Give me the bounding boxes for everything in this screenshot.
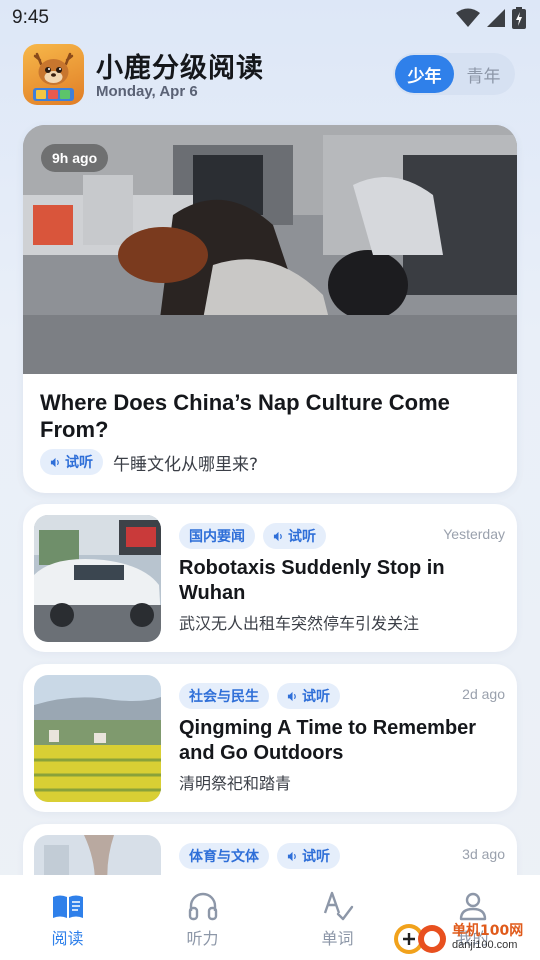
watermark-url: danji100.com: [452, 939, 518, 951]
article-time: 3d ago: [462, 846, 505, 862]
level-option-junior[interactable]: 少年: [395, 55, 454, 93]
featured-time-badge: 9h ago: [41, 144, 109, 172]
nav-item-reading[interactable]: 阅读: [18, 889, 118, 949]
article-tags: 社会与民生 试听: [179, 683, 340, 709]
article-subtitle: 武汉无人出租车突然停车引发关注: [179, 614, 420, 633]
header: 小鹿分级阅读 Monday, Apr 6 少年 青年: [23, 44, 517, 106]
spell-check-icon: [323, 891, 353, 921]
listen-label: 试听: [302, 689, 330, 705]
speaker-icon: [287, 851, 296, 861]
nav-item-words[interactable]: 单词: [288, 889, 388, 949]
level-option-youth[interactable]: 青年: [454, 55, 513, 93]
nav-label-listening: 听力: [186, 929, 219, 948]
category-tag[interactable]: 社会与民生: [179, 683, 269, 709]
featured-listen-label: 试听: [65, 455, 93, 471]
article-tags: 体育与文体 试听: [179, 843, 340, 869]
featured-meta: 试听 午睡文化从哪里来?: [40, 449, 258, 475]
app-title: 小鹿分级阅读: [96, 53, 264, 84]
article-thumbnail: [34, 515, 161, 642]
listen-label: 试听: [288, 529, 316, 545]
category-tag[interactable]: 国内要闻: [179, 523, 255, 549]
speaker-icon: [287, 691, 296, 701]
header-date: Monday, Apr 6: [96, 83, 198, 100]
article-time: Yesterday: [443, 526, 505, 542]
watermark: 单机100网 danji100.com: [392, 914, 523, 960]
nav-label-reading: 阅读: [51, 929, 84, 948]
watermark-text: 单机100网: [452, 923, 524, 939]
article-card[interactable]: 社会与民生 试听 2d ago Qingming A Time to Remem…: [23, 664, 517, 812]
article-title[interactable]: Robotaxis Suddenly Stop in Wuhan: [179, 556, 499, 606]
article-thumbnail: [34, 675, 161, 802]
wifi-icon: [456, 8, 480, 27]
article-title[interactable]: Qingming A Time to Remember and Go Outdo…: [179, 716, 499, 766]
book-icon: [52, 895, 83, 918]
article-subtitle: 清明祭祀和踏青: [179, 774, 292, 793]
featured-subtitle: 午睡文化从哪里来?: [113, 454, 259, 475]
article-time: 2d ago: [462, 686, 505, 702]
level-toggle[interactable]: 少年 青年: [393, 53, 515, 95]
speaker-icon: [50, 457, 59, 467]
listen-button[interactable]: 试听: [277, 843, 340, 869]
speaker-icon: [273, 531, 282, 541]
nav-label-words: 单词: [321, 929, 354, 948]
cell-signal-icon: [487, 9, 505, 27]
listen-label: 试听: [302, 849, 330, 865]
status-icons: [456, 7, 526, 29]
watermark-logo-icon: [394, 924, 446, 954]
status-time: 9:45: [12, 7, 49, 28]
featured-title[interactable]: Where Does China’s Nap Culture Come From…: [40, 389, 502, 443]
nav-item-listening[interactable]: 听力: [153, 889, 253, 949]
listen-button[interactable]: 试听: [263, 523, 326, 549]
listen-button[interactable]: 试听: [277, 683, 340, 709]
headphones-icon: [188, 892, 217, 921]
article-card[interactable]: 国内要闻 试听 Yesterday Robotaxis Suddenly Sto…: [23, 504, 517, 652]
featured-article-card[interactable]: 9h ago Where Does China’s Nap Culture Co…: [23, 125, 517, 493]
status-bar: 9:45: [0, 0, 540, 36]
app-logo: [23, 44, 84, 105]
battery-icon: [512, 7, 526, 29]
article-tags: 国内要闻 试听: [179, 523, 326, 549]
featured-listen-button[interactable]: 试听: [40, 449, 103, 475]
category-tag[interactable]: 体育与文体: [179, 843, 269, 869]
